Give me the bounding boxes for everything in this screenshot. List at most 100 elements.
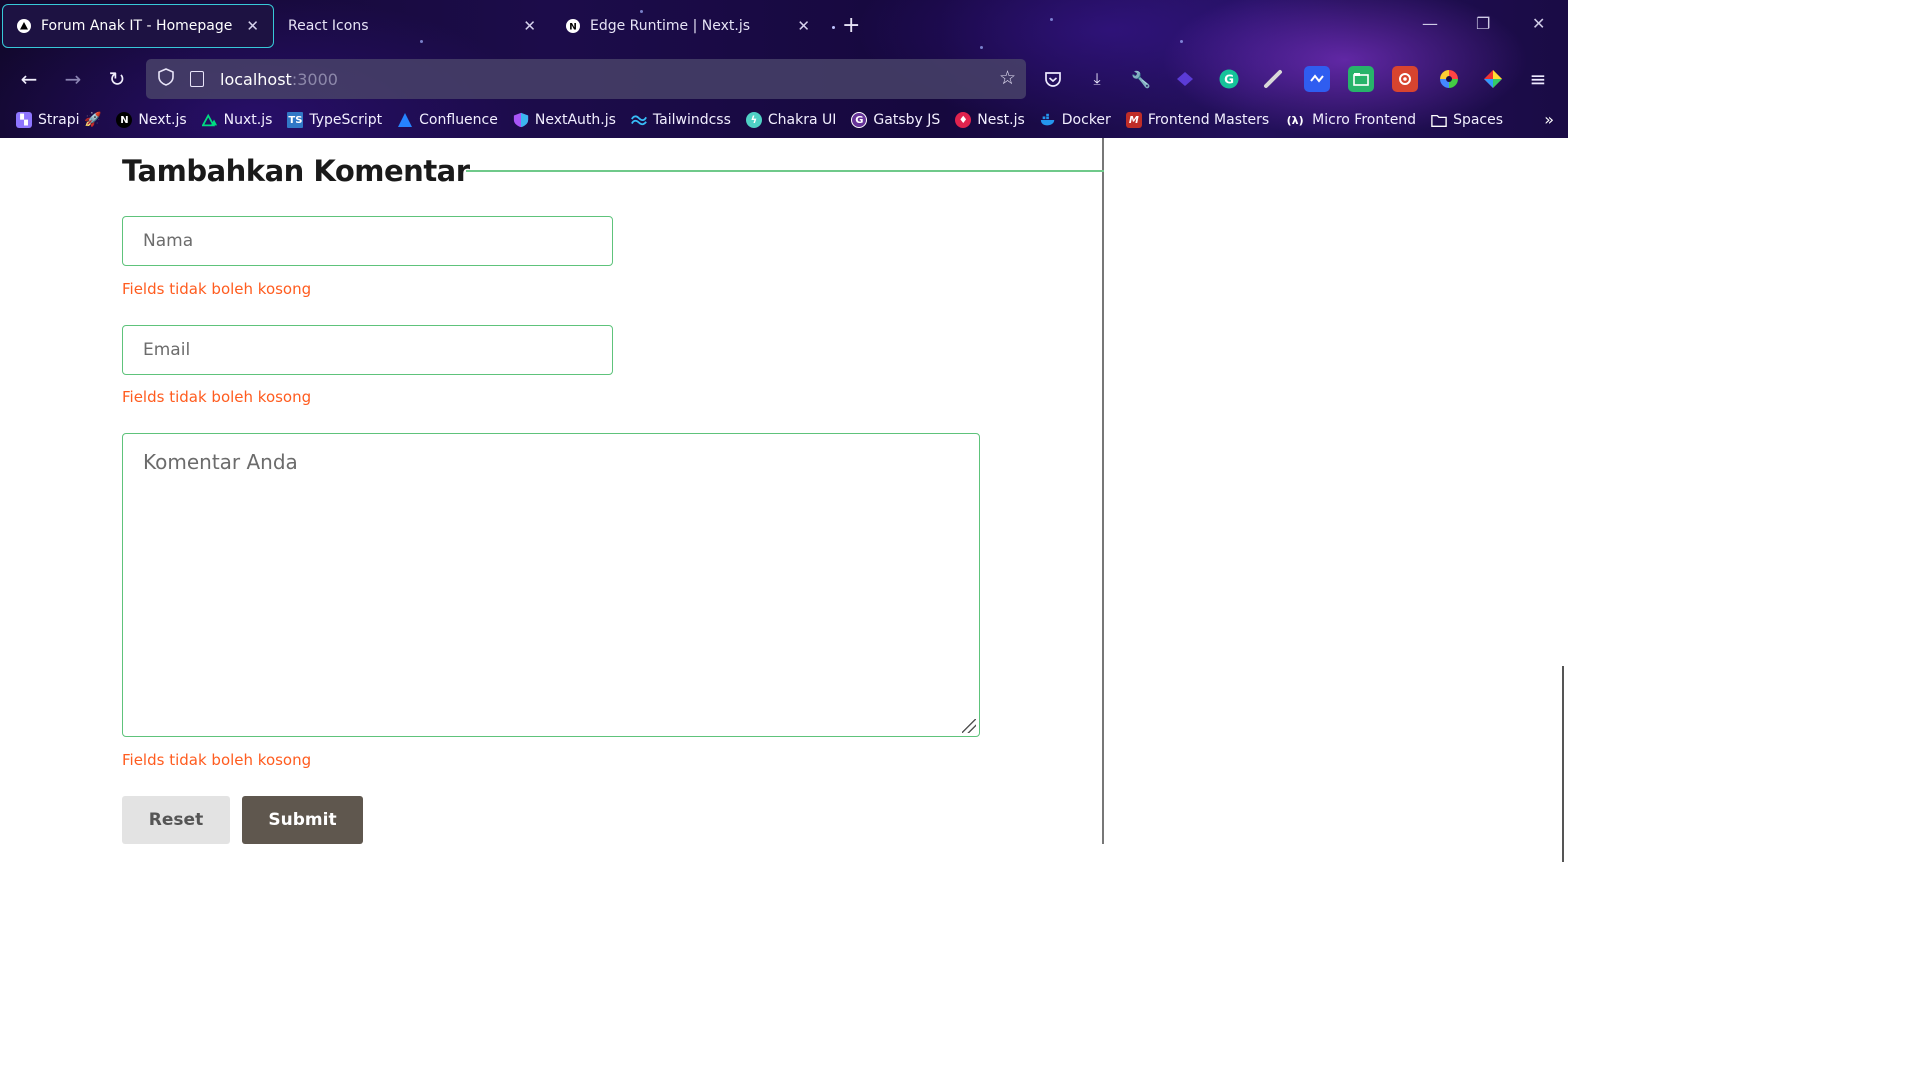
bookmark-label: Docker: [1061, 112, 1111, 128]
bookmark-label: Chakra UI: [767, 112, 837, 128]
content-divider: [1102, 138, 1104, 844]
bookmark-label: Gatsby JS: [873, 112, 941, 128]
tab-title: Forum Anak IT - Homepage: [41, 18, 233, 34]
nextjs-icon: N: [116, 112, 133, 128]
bookmark-label: Micro Frontend: [1312, 112, 1417, 128]
grammarly-icon[interactable]: G: [1216, 66, 1242, 92]
extension-green-icon[interactable]: [1348, 66, 1374, 92]
extension-red-icon[interactable]: [1392, 66, 1418, 92]
browser-chrome: Forum Anak IT - Homepage ✕ React Icons ✕…: [0, 0, 1568, 138]
lambda-icon: (λ): [1286, 113, 1304, 127]
bookmark-label: Frontend Masters: [1147, 112, 1270, 128]
bookmark-nuxtjs[interactable]: Nuxt.js: [201, 112, 273, 128]
bookmark-nestjs[interactable]: ♦ Nest.js: [955, 112, 1025, 128]
url-text[interactable]: localhost:3000: [220, 70, 338, 89]
bookmark-spaces[interactable]: Spaces: [1431, 112, 1503, 128]
bookmark-micro-frontend[interactable]: (λ) Micro Frontend: [1284, 112, 1416, 128]
extension-purple-icon[interactable]: [1172, 66, 1198, 92]
nuxt-icon: [201, 112, 218, 128]
bookmark-nextauth[interactable]: NextAuth.js: [513, 112, 616, 128]
bookmark-label: Tailwindcss: [652, 112, 731, 128]
chevron-double-right-icon[interactable]: »: [1544, 110, 1554, 129]
nextauth-icon: [513, 112, 529, 128]
tab-edge-runtime[interactable]: N Edge Runtime | Next.js ✕: [552, 4, 824, 48]
bookmark-label: NextAuth.js: [534, 112, 616, 128]
bookmark-label: TypeScript: [309, 112, 383, 128]
reset-button[interactable]: Reset: [122, 796, 230, 844]
bookmark-label: Spaces: [1453, 112, 1504, 128]
restore-icon[interactable]: ❐: [1476, 14, 1490, 33]
name-field[interactable]: [122, 216, 613, 266]
new-tab-icon[interactable]: +: [842, 13, 860, 38]
bookmark-label: Nuxt.js: [223, 112, 273, 128]
minimize-icon[interactable]: —: [1422, 14, 1438, 33]
chakra-icon: ϟ: [745, 112, 762, 128]
folder-icon: [1431, 112, 1447, 128]
navigation-toolbar: ← → ↻ localhost:3000 ☆ ⤓ 🔧 G ≡: [0, 56, 1568, 102]
comment-error: Fields tidak boleh kosong: [122, 751, 312, 769]
tab-strip: Forum Anak IT - Homepage ✕ React Icons ✕…: [0, 0, 1568, 56]
vercel-triangle-icon: [17, 19, 31, 33]
typescript-icon: TS: [287, 112, 304, 128]
submit-button[interactable]: Submit: [242, 796, 363, 844]
url-port: :3000: [291, 69, 338, 89]
address-bar[interactable]: localhost:3000 ☆: [146, 59, 1026, 99]
strapi-icon: ▚: [16, 112, 32, 128]
download-icon[interactable]: ⤓: [1084, 66, 1110, 92]
close-icon[interactable]: ✕: [246, 17, 259, 35]
close-icon[interactable]: ✕: [523, 17, 536, 35]
tab-forum-anak-it[interactable]: Forum Anak IT - Homepage ✕: [2, 4, 274, 48]
reload-icon[interactable]: ↻: [104, 66, 130, 92]
docker-icon: [1040, 112, 1056, 128]
bookmark-label: Next.js: [138, 112, 187, 128]
bookmark-strapi[interactable]: ▚ Strapi 🚀: [16, 112, 101, 128]
nestjs-icon: ♦: [955, 112, 972, 128]
name-error: Fields tidak boleh kosong: [122, 280, 312, 298]
resize-grip-icon[interactable]: [962, 719, 976, 733]
bookmark-star-icon[interactable]: ☆: [999, 67, 1016, 89]
tab-title: Edge Runtime | Next.js: [590, 18, 751, 34]
window-close-icon[interactable]: ✕: [1532, 14, 1545, 33]
email-input[interactable]: [123, 326, 612, 374]
url-host: localhost: [220, 69, 292, 89]
svg-text:G: G: [1224, 73, 1234, 87]
bookmark-chakra-ui[interactable]: ϟ Chakra UI: [745, 112, 837, 128]
comment-field[interactable]: [122, 433, 980, 737]
gatsby-icon: G: [851, 112, 868, 128]
shield-icon[interactable]: [156, 68, 176, 90]
tab-separator: [832, 26, 835, 29]
tailwind-icon: [631, 112, 647, 128]
bookmark-nextjs[interactable]: N Next.js: [116, 112, 187, 128]
scrollbar-thumb[interactable]: [1562, 666, 1564, 862]
name-input[interactable]: [123, 217, 612, 265]
title-rule: [466, 170, 1104, 172]
forward-arrow-icon[interactable]: →: [60, 66, 86, 92]
nextjs-icon: N: [566, 19, 580, 33]
tab-react-icons[interactable]: React Icons ✕: [274, 4, 550, 48]
bookmark-gatsby[interactable]: G Gatsby JS: [851, 112, 940, 128]
pen-icon[interactable]: [1260, 66, 1286, 92]
pocket-icon[interactable]: [1040, 66, 1066, 92]
bookmark-frontend-masters[interactable]: M Frontend Masters: [1125, 112, 1270, 128]
tab-title: React Icons: [288, 18, 369, 34]
confluence-icon: [397, 112, 413, 128]
color-wheel-icon[interactable]: [1436, 66, 1462, 92]
page-info-icon[interactable]: [190, 71, 204, 87]
close-icon[interactable]: ✕: [797, 17, 810, 35]
bookmark-label: Strapi 🚀: [38, 112, 102, 128]
wrench-icon[interactable]: 🔧: [1128, 66, 1154, 92]
extension-blue-icon[interactable]: [1304, 66, 1330, 92]
bookmark-docker[interactable]: Docker: [1040, 112, 1111, 128]
comment-textarea[interactable]: [123, 434, 979, 736]
bookmark-tailwindcss[interactable]: Tailwindcss: [631, 112, 731, 128]
bookmark-confluence[interactable]: Confluence: [397, 112, 498, 128]
back-arrow-icon[interactable]: ←: [16, 66, 42, 92]
bookmark-typescript[interactable]: TS TypeScript: [287, 112, 382, 128]
color-picker-icon[interactable]: [1480, 66, 1506, 92]
menu-icon[interactable]: ≡: [1525, 66, 1551, 92]
bookmark-label: Nest.js: [977, 112, 1025, 128]
bookmark-label: Confluence: [419, 112, 498, 128]
svg-text:N: N: [569, 23, 577, 33]
email-field[interactable]: [122, 325, 613, 375]
frontend-masters-icon: M: [1125, 112, 1142, 128]
